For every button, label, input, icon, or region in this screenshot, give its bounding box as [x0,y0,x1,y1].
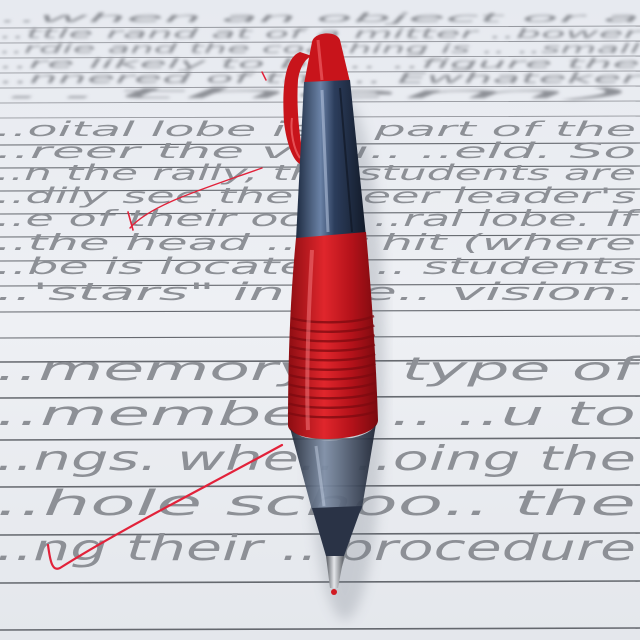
photo-scene: ..when an object or a ..ttle rand at of a… [0,0,640,640]
pen-ink-dot [331,589,337,595]
photo-svg: ..when an object or a..ttle rand at of a… [0,0,640,640]
handwriting-line: ..when an object or a [0,11,640,25]
